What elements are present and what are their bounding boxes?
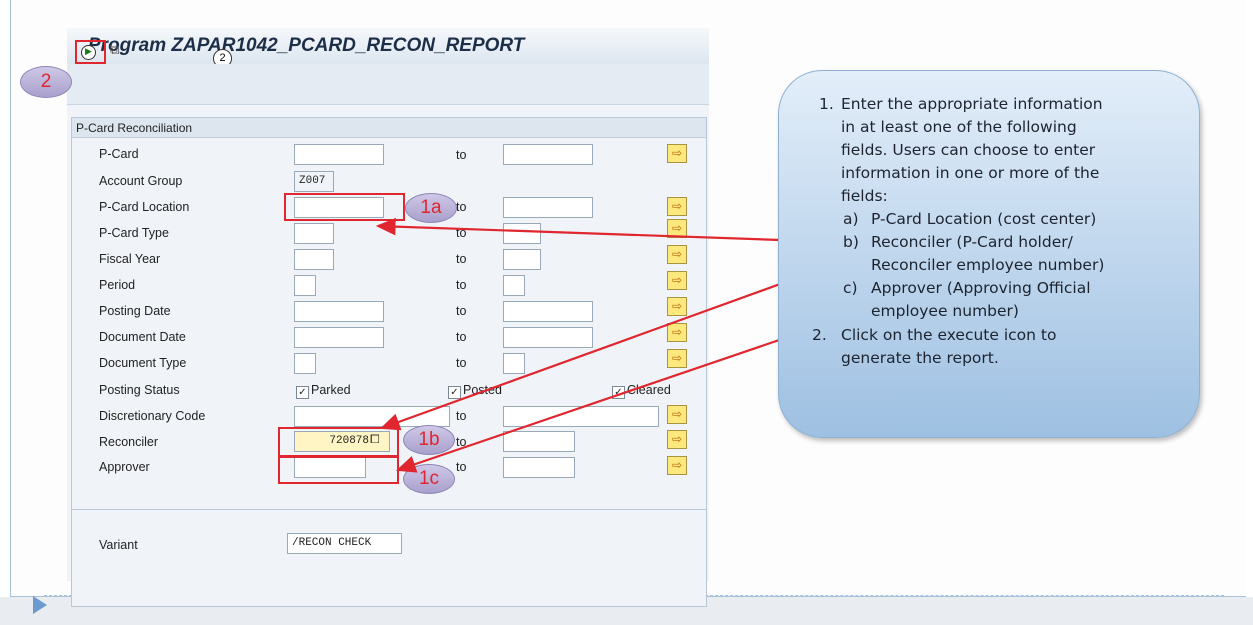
callout-item1-line: fields. Users can choose to enter (841, 141, 1096, 159)
callout-item1-line: in at least one of the following (841, 118, 1077, 136)
multiple-selection-button[interactable]: ⇨ (667, 144, 687, 163)
multiple-selection-button[interactable]: ⇨ (667, 349, 687, 368)
multiple-selection-button[interactable]: ⇨ (667, 271, 687, 290)
callout-a-letter: a) (843, 210, 859, 228)
period-to-input[interactable] (503, 275, 525, 296)
posted-label: Posted (463, 383, 502, 397)
step-1c-marker: 1c (403, 464, 455, 494)
multiple-selection-button[interactable]: ⇨ (667, 219, 687, 238)
cleared-label: Cleared (627, 383, 671, 397)
multiple-selection-button[interactable]: ⇨ (667, 405, 687, 424)
execute-icon[interactable]: ▶ (81, 45, 96, 60)
reconciler-to-input[interactable] (503, 431, 575, 452)
to-label: to (456, 252, 467, 266)
multiple-selection-button[interactable]: ⇨ (667, 323, 687, 342)
pcard-location-to-input[interactable] (503, 197, 593, 218)
multiple-selection-icon[interactable]: ⧉ (110, 43, 125, 58)
sap-toolbar (67, 64, 709, 105)
callout-b-line: Reconciler employee number) (871, 256, 1105, 274)
label-posting-status: Posting Status (99, 383, 180, 397)
document-date-from-input[interactable] (294, 327, 384, 348)
cleared-checkbox[interactable]: ✓ Cleared (612, 383, 671, 399)
callout-item1-line: Enter the appropriate information (841, 95, 1103, 113)
document-type-from-input[interactable] (294, 353, 316, 374)
label-fiscal-year: Fiscal Year (99, 252, 161, 266)
callout-c-line: Approver (Approving Official (871, 279, 1091, 297)
document-date-to-input[interactable] (503, 327, 593, 348)
program-title: Program ZAPAR1042_PCARD_RECON_REPORT (88, 35, 525, 56)
multiple-selection-button[interactable]: ⇨ (667, 245, 687, 264)
step-1b-marker: 1b (403, 425, 455, 455)
to-label: to (456, 409, 467, 423)
group-title: P-Card Reconciliation (72, 118, 706, 138)
step-1a-marker: 1a (405, 193, 457, 223)
multiple-selection-button[interactable]: ⇨ (667, 297, 687, 316)
parked-label: Parked (311, 383, 351, 397)
pcard-location-highlight (284, 193, 405, 221)
to-label: to (456, 330, 467, 344)
callout-a-text: P-Card Location (cost center) (871, 210, 1097, 228)
account-group-field[interactable]: Z007 (294, 171, 334, 192)
label-approver: Approver (99, 460, 150, 474)
callout-b-line: Reconciler (P-Card holder/ (871, 233, 1073, 251)
label-pcard: P-Card (99, 147, 139, 161)
document-type-to-input[interactable] (503, 353, 525, 374)
callout-item2-number: 2. (812, 326, 827, 344)
pcard-type-from-input[interactable] (294, 223, 334, 244)
to-label: to (456, 435, 467, 449)
to-label: to (456, 226, 467, 240)
step-2-marker: 2 (20, 66, 72, 98)
label-pcard-type: P-Card Type (99, 226, 169, 240)
label-document-date: Document Date (99, 330, 186, 344)
variant-input[interactable]: /RECON CHECK (287, 533, 402, 554)
reconciler-highlight (278, 427, 399, 457)
approver-highlight (278, 456, 399, 484)
label-document-type: Document Type (99, 356, 187, 370)
callout-item1-line: information in one or more of the (841, 164, 1100, 182)
label-reconciler: Reconciler (99, 435, 159, 449)
variant-panel (71, 509, 707, 607)
posting-date-from-input[interactable] (294, 301, 384, 322)
to-label: to (456, 356, 467, 370)
label-posting-date: Posting Date (99, 304, 171, 318)
posted-checkbox[interactable]: ✓ Posted (448, 383, 502, 399)
discretionary-code-from-input[interactable] (294, 406, 450, 427)
play-triangle-icon (33, 596, 47, 614)
posting-date-to-input[interactable] (503, 301, 593, 322)
pcard-type-to-input[interactable] (503, 223, 541, 244)
parked-checkbox[interactable]: ✓ Parked (296, 383, 351, 399)
fiscal-year-from-input[interactable] (294, 249, 334, 270)
pcard-to-input[interactable] (503, 144, 593, 165)
label-variant: Variant (99, 538, 138, 552)
multiple-selection-button[interactable]: ⇨ (667, 197, 687, 216)
callout-b-letter: b) (843, 233, 859, 251)
approver-to-input[interactable] (503, 457, 575, 478)
label-period: Period (99, 278, 136, 292)
callout-item2-line: generate the report. (841, 349, 999, 367)
callout-c-line: employee number) (871, 302, 1019, 320)
period-from-input[interactable] (294, 275, 316, 296)
sap-title-bar: Program ZAPAR1042_PCARD_RECON_REPORT 2 (67, 28, 709, 68)
multiple-selection-button[interactable]: ⇨ (667, 456, 687, 475)
to-label: to (456, 460, 467, 474)
to-label: to (456, 200, 467, 214)
to-label: to (456, 148, 467, 162)
label-account-group: Account Group (99, 174, 183, 188)
fiscal-year-to-input[interactable] (503, 249, 541, 270)
label-discretionary-code: Discretionary Code (99, 409, 206, 423)
to-label: to (456, 278, 467, 292)
pcard-from-input[interactable] (294, 144, 384, 165)
callout-c-letter: c) (843, 279, 858, 297)
callout-item1-line: fields: (841, 187, 888, 205)
callout-item1-number: 1. (819, 95, 834, 113)
to-label: to (456, 304, 467, 318)
label-pcard-location: P-Card Location (99, 200, 190, 214)
discretionary-code-to-input[interactable] (503, 406, 659, 427)
callout-item2-line: Click on the execute icon to (841, 326, 1057, 344)
multiple-selection-button[interactable]: ⇨ (667, 430, 687, 449)
